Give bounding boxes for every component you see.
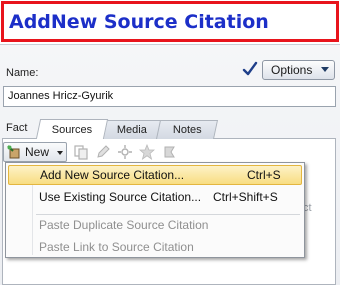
menu-item-paste-link-to-source-citation[interactable]: Paste Link to Source Citation (8, 237, 302, 257)
new-button-label: New (25, 145, 50, 159)
menu-item-shortcut: Ctrl+Shift+S (213, 190, 278, 204)
menu-item-label: Paste Link to Source Citation (39, 240, 194, 254)
new-button[interactable]: New (3, 142, 67, 162)
menu-item-paste-duplicate-source-citation[interactable]: Paste Duplicate Source Citation (8, 215, 302, 235)
menu-item-shortcut: Ctrl+S (247, 168, 281, 182)
chevron-down-icon (321, 67, 329, 72)
new-record-icon (7, 145, 20, 159)
tab-media[interactable]: Media (101, 120, 163, 139)
menu-item-label: Paste Duplicate Source Citation (39, 218, 209, 232)
menu-item-use-existing-source-citation[interactable]: Use Existing Source Citation... Ctrl+Shi… (8, 187, 302, 207)
tab-media-label: Media (116, 124, 147, 136)
edit-icon[interactable] (95, 144, 111, 160)
page-title: AddNew Source Citation (9, 10, 269, 33)
menu-item-label: Use Existing Source Citation... (39, 190, 202, 204)
sources-toolbar: New (3, 141, 333, 163)
menu-item-label: Add New Source Citation... (40, 168, 185, 182)
star-icon[interactable] (139, 144, 155, 160)
tab-sources-label: Sources (51, 123, 93, 136)
name-label: Name: (6, 67, 39, 79)
tab-notes[interactable]: Notes (155, 120, 219, 139)
copy-icon[interactable] (73, 144, 89, 160)
dropdown-arrow-icon (57, 151, 63, 155)
tab-sources[interactable]: Sources (35, 119, 109, 139)
menu-item-add-new-source-citation[interactable]: Add New Source Citation... Ctrl+S (8, 165, 302, 185)
options-label: Options (271, 63, 313, 77)
fact-label: Fact (6, 122, 28, 134)
tab-notes-label: Notes (172, 124, 202, 136)
new-dropdown-menu: Add New Source Citation... Ctrl+S Use Ex… (5, 162, 305, 258)
name-field[interactable]: Joannes Hricz-Gyurik (3, 86, 336, 107)
ranking-icon[interactable] (161, 144, 177, 160)
title-banner: AddNew Source Citation (1, 1, 339, 42)
options-button[interactable]: Options (262, 60, 335, 80)
merge-icon[interactable] (117, 144, 133, 160)
checkmark-icon[interactable] (242, 61, 258, 77)
